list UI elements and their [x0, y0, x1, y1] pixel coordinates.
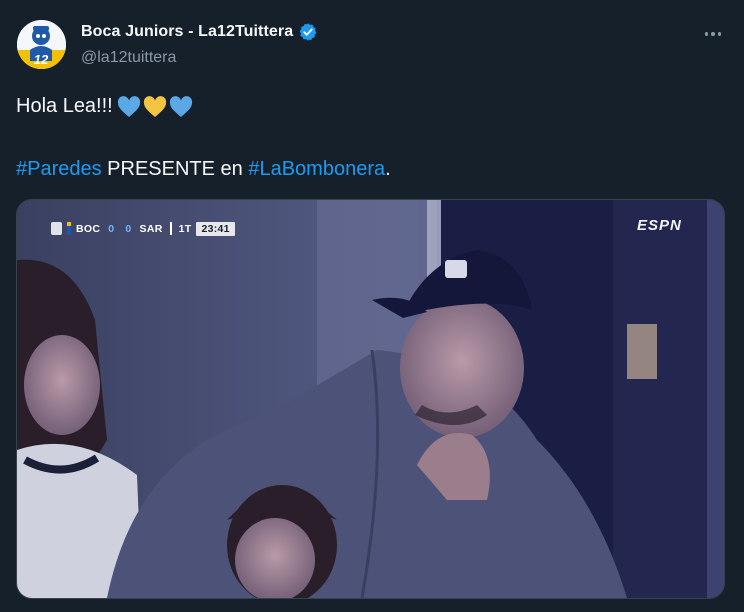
dot: [711, 32, 715, 36]
author-name[interactable]: Boca Juniors - La12Tuittera: [81, 23, 293, 41]
league-logo-icon: [51, 222, 62, 235]
dot: [717, 32, 722, 36]
match-clock: 23:41: [196, 221, 235, 236]
author-row: Boca Juniors - La12Tuittera: [81, 22, 318, 42]
tweet-media-image[interactable]: BOC 0 0 SAR 1T 23:41 ESPN: [16, 199, 725, 599]
hashtag-labombonera[interactable]: #LaBombonera: [248, 158, 385, 180]
avatar[interactable]: 12: [17, 20, 66, 69]
more-options-icon[interactable]: [700, 25, 726, 43]
stadium-scene-image: [17, 200, 724, 598]
hashtag-paredes[interactable]: #Paredes: [16, 158, 102, 180]
tweet-text-line1: Hola Lea!!!: [16, 95, 193, 118]
tweet-text-end: .: [385, 158, 391, 180]
away-team: SAR: [139, 222, 163, 235]
home-score: 0: [108, 222, 115, 235]
blue-heart-icon: [117, 95, 140, 117]
la12-logo-icon: 12: [17, 20, 66, 69]
blue-heart-icon: [169, 95, 192, 117]
hearts: [117, 95, 193, 118]
yellow-heart-icon: [143, 95, 166, 117]
match-period: 1T: [178, 222, 192, 235]
scorebug-divider: [169, 222, 172, 235]
dot: [704, 32, 709, 36]
espn-logo: ESPN: [637, 217, 682, 234]
tweet-text-line2: #Paredes PRESENTE en #LaBombonera.: [16, 158, 391, 181]
svg-text:12: 12: [34, 52, 49, 67]
tweet-text-middle: PRESENTE en: [101, 158, 249, 180]
away-score: 0: [125, 222, 132, 235]
author-handle[interactable]: @la12tuittera: [81, 49, 176, 67]
tv-scorebug: BOC 0 0 SAR 1T 23:41: [51, 220, 235, 237]
verified-badge-icon[interactable]: [298, 22, 318, 42]
home-team: BOC: [76, 222, 101, 235]
team-color-mark: [67, 222, 71, 235]
greeting-text: Hola Lea!!!: [16, 95, 113, 117]
